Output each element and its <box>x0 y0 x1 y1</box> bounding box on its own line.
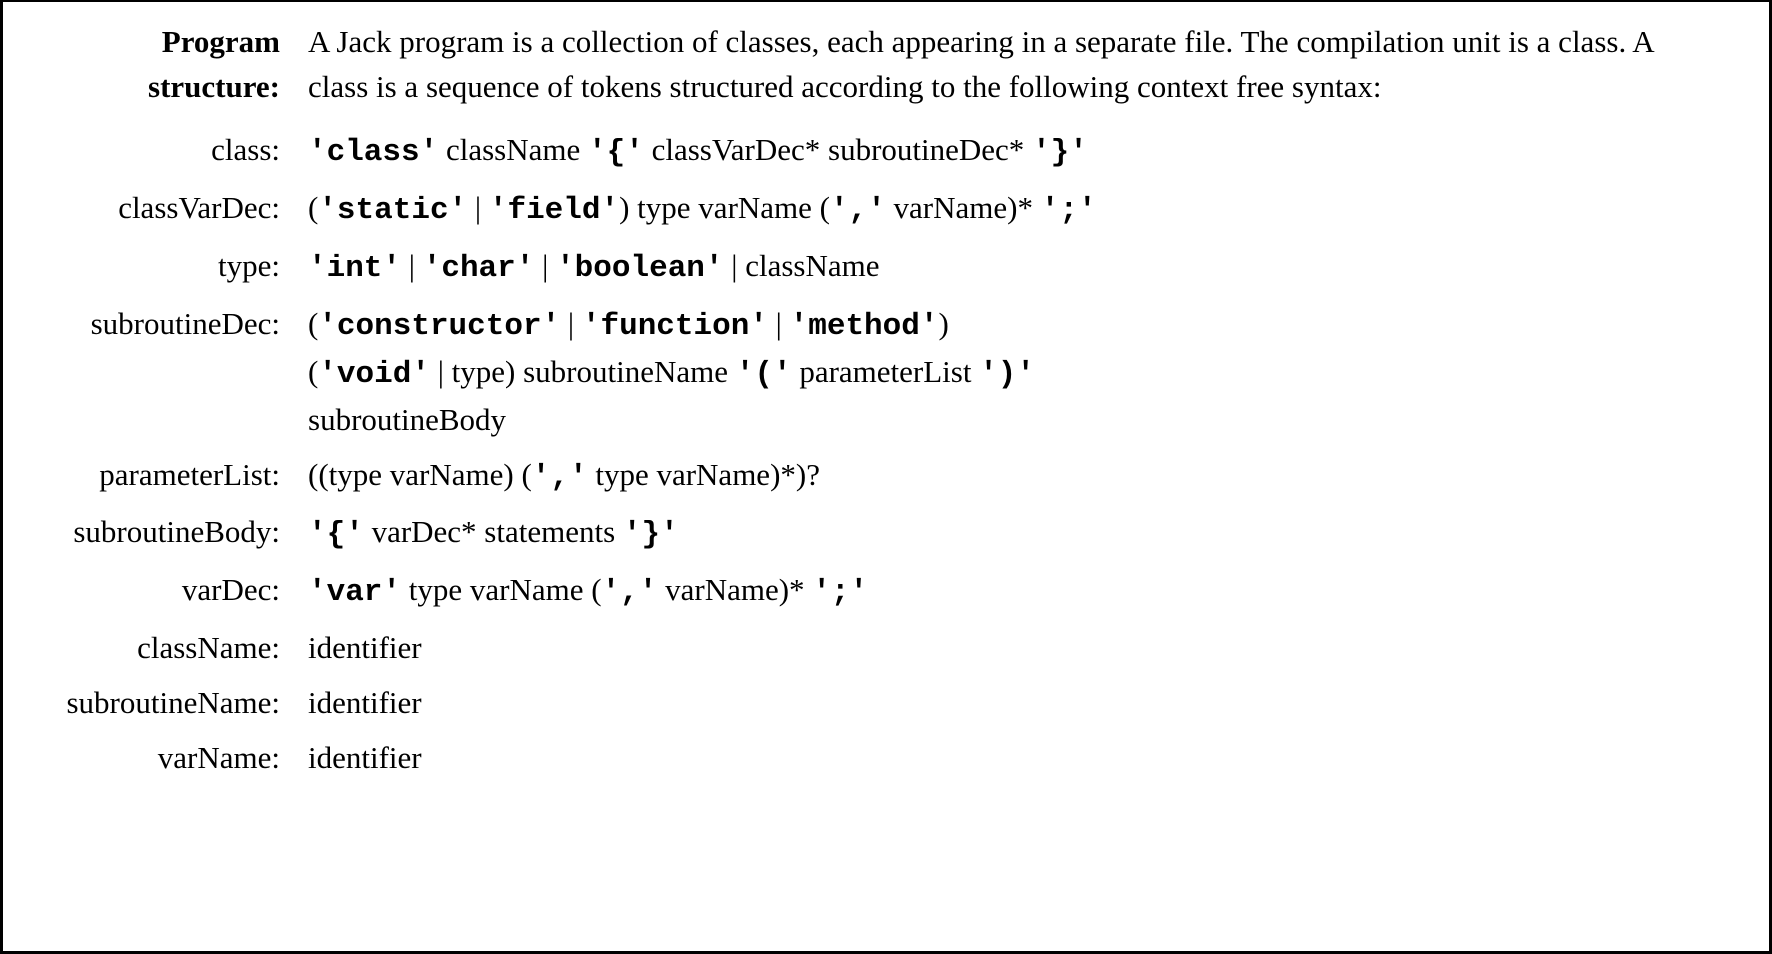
grammar-text: subroutineBody <box>308 402 506 437</box>
grammar-text: | <box>467 190 489 225</box>
intro-row: Program structure: A Jack program is a c… <box>33 20 1739 110</box>
grammar-text: identifier <box>308 685 422 720</box>
grammar-text: | <box>534 248 556 283</box>
rule-parameterList: parameterList: ((type varName) (',' type… <box>33 453 1739 501</box>
grammar-text: | <box>768 306 790 341</box>
grammar-text: classVarDec* subroutineDec* <box>644 132 1032 167</box>
grammar-text: varDec* statements <box>364 514 623 549</box>
rule-subroutineBody: subroutineBody: '{' varDec* statements '… <box>33 510 1739 558</box>
rule-value: ((type varName) (',' type varName)*)? <box>308 453 1739 501</box>
rule-varDec: varDec: 'var' type varName (',' varName)… <box>33 568 1739 616</box>
rule-class: class: 'class' className '{' classVarDec… <box>33 128 1739 176</box>
terminal-token: ',' <box>830 193 886 228</box>
grammar-text: varName)* <box>657 572 812 607</box>
grammar-text: | type) subroutineName <box>430 354 736 389</box>
terminal-token: 'boolean' <box>556 251 723 286</box>
terminal-token: 'static' <box>318 193 467 228</box>
terminal-token: 'int' <box>308 251 401 286</box>
rule-value: 'class' className '{' classVarDec* subro… <box>308 128 1739 176</box>
terminal-token: 'constructor' <box>318 309 560 344</box>
rule-subroutineDec: subroutineDec: ('constructor' | 'functio… <box>33 302 1739 443</box>
rule-label: varName: <box>33 736 308 781</box>
terminal-token: 'var' <box>308 575 401 610</box>
grammar-text: type varName)*)? <box>588 457 820 492</box>
rule-value-line: ('constructor' | 'function' | 'method') <box>308 302 1739 350</box>
rule-value: identifier <box>308 626 1739 671</box>
terminal-token: '(' <box>736 357 792 392</box>
terminal-token: ';' <box>812 575 868 610</box>
grammar-text: identifier <box>308 630 422 665</box>
grammar-box: Program structure: A Jack program is a c… <box>0 0 1772 954</box>
grammar-text: | className <box>724 248 880 283</box>
grammar-text: identifier <box>308 740 422 775</box>
rule-label: className: <box>33 626 308 671</box>
rule-label: class: <box>33 128 308 173</box>
grammar-text: className <box>438 132 588 167</box>
grammar-text: ((type varName) ( <box>308 457 532 492</box>
rule-label: type: <box>33 244 308 289</box>
grammar-text: varName)* <box>886 190 1041 225</box>
rule-classVarDec: classVarDec: ('static' | 'field') type v… <box>33 186 1739 234</box>
rule-label: subroutineName: <box>33 681 308 726</box>
rule-value: 'int' | 'char' | 'boolean' | className <box>308 244 1739 292</box>
terminal-token: 'function' <box>582 309 768 344</box>
rule-value: 'var' type varName (',' varName)* ';' <box>308 568 1739 616</box>
rule-value: '{' varDec* statements '}' <box>308 510 1739 558</box>
terminal-token: ',' <box>532 460 588 495</box>
rule-value: identifier <box>308 681 1739 726</box>
rule-subroutineName: subroutineName: identifier <box>33 681 1739 726</box>
rule-label: varDec: <box>33 568 308 613</box>
terminal-token: 'char' <box>423 251 535 286</box>
grammar-text: ) <box>938 306 948 341</box>
grammar-text: ( <box>308 306 318 341</box>
rule-value-line: ('void' | type) subroutineName '(' param… <box>308 350 1739 398</box>
grammar-text: parameterList <box>792 354 980 389</box>
rule-value-line: subroutineBody <box>308 398 1739 443</box>
rule-label: subroutineDec: <box>33 302 308 347</box>
terminal-token: ',' <box>602 575 658 610</box>
rule-varName: varName: identifier <box>33 736 1739 781</box>
rule-value: ('constructor' | 'function' | 'method')(… <box>308 302 1739 443</box>
grammar-text: ) type varName ( <box>619 190 830 225</box>
terminal-token: '}' <box>623 517 679 552</box>
rule-label: classVarDec: <box>33 186 308 231</box>
terminal-token: '{' <box>308 517 364 552</box>
grammar-text: ( <box>308 190 318 225</box>
rule-label: subroutineBody: <box>33 510 308 555</box>
terminal-token: ';' <box>1041 193 1097 228</box>
terminal-token: 'method' <box>790 309 939 344</box>
intro-label: Program structure: <box>33 20 308 110</box>
rule-value: identifier <box>308 736 1739 781</box>
terminal-token: '{' <box>588 135 644 170</box>
terminal-token: '}' <box>1032 135 1088 170</box>
rule-label: parameterList: <box>33 453 308 498</box>
rule-type: type: 'int' | 'char' | 'boolean' | class… <box>33 244 1739 292</box>
intro-text: A Jack program is a collection of classe… <box>308 20 1739 110</box>
grammar-text: type varName ( <box>401 572 602 607</box>
grammar-text: | <box>401 248 423 283</box>
rule-className: className: identifier <box>33 626 1739 671</box>
grammar-text: | <box>560 306 582 341</box>
terminal-token: 'void' <box>318 357 430 392</box>
terminal-token: 'class' <box>308 135 438 170</box>
rule-value: ('static' | 'field') type varName (',' v… <box>308 186 1739 234</box>
grammar-text: ( <box>308 354 318 389</box>
terminal-token: 'field' <box>489 193 619 228</box>
terminal-token: ')' <box>979 357 1035 392</box>
